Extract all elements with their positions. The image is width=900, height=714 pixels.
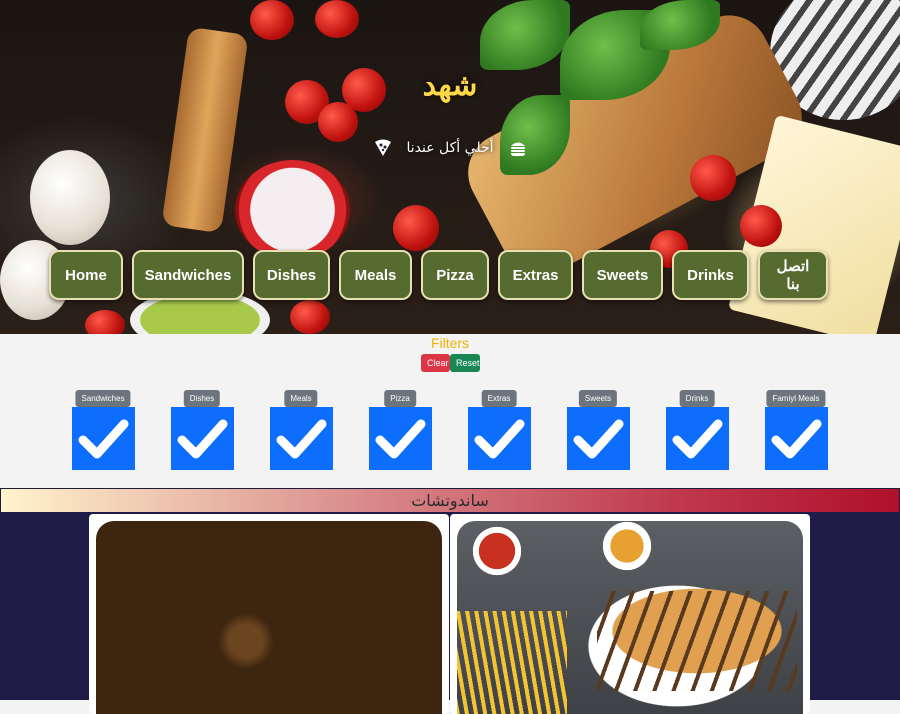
hero-decor <box>250 0 294 40</box>
check-icon <box>276 419 327 459</box>
hero-decor <box>315 0 359 38</box>
nav-extras[interactable]: Extras <box>498 250 573 300</box>
filter-label: Meals <box>284 390 318 407</box>
nav-drinks[interactable]: Drinks <box>672 250 749 300</box>
filters-panel: Filters Clear Reset Sandwiches Dishes Me… <box>0 334 900 488</box>
nav-pizza[interactable]: Pizza <box>421 250 489 300</box>
reset-button[interactable]: Reset <box>450 354 480 372</box>
hero-decor <box>393 205 439 251</box>
check-icon <box>771 419 822 459</box>
filter-checkbox-drinks[interactable] <box>666 407 729 470</box>
filter-label: Famiyl Meals <box>766 390 826 407</box>
filter-label: Extras <box>481 390 517 407</box>
filter-checkbox-sweets[interactable] <box>567 407 630 470</box>
filter-sweets: Sweets <box>566 390 630 470</box>
filter-label: Pizza <box>384 390 416 407</box>
check-icon <box>573 419 624 459</box>
filter-checkbox-sandwiches[interactable] <box>72 407 135 470</box>
nav-meals[interactable]: Meals <box>339 250 412 300</box>
section-title: ساندوتشات <box>0 488 900 513</box>
nav-sandwiches[interactable]: Sandwiches <box>132 250 244 300</box>
tagline-row: أحلي أكل عندنا <box>0 136 900 160</box>
hero-decor <box>480 0 570 70</box>
check-icon <box>375 419 426 459</box>
check-icon <box>78 419 129 459</box>
hero-decor <box>740 205 782 247</box>
hero-decor <box>235 160 350 260</box>
burger-icon <box>508 138 528 158</box>
filter-actions: Clear Reset <box>421 354 480 372</box>
hero-decor <box>690 155 736 201</box>
filter-label: Sweets <box>578 390 618 407</box>
nav-dishes[interactable]: Dishes <box>253 250 330 300</box>
sandwiches-section <box>0 512 900 714</box>
check-icon <box>672 419 723 459</box>
filter-dishes: Dishes <box>170 390 234 470</box>
hero-decor <box>85 310 125 334</box>
check-icon <box>474 419 525 459</box>
product-card[interactable] <box>89 514 449 714</box>
filter-drinks: Drinks <box>665 390 729 470</box>
filter-pizza: Pizza <box>368 390 432 470</box>
hero-decor <box>290 300 330 334</box>
filter-checkbox-pizza[interactable] <box>369 407 432 470</box>
nav-sweets[interactable]: Sweets <box>582 250 663 300</box>
site-title: شهد <box>422 68 478 103</box>
check-icon <box>177 419 228 459</box>
filters-title: Filters <box>430 335 470 351</box>
product-card[interactable] <box>450 514 810 714</box>
filter-checkbox-meals[interactable] <box>270 407 333 470</box>
filter-sandwiches: Sandwiches <box>71 390 135 470</box>
filter-label: Drinks <box>679 390 715 407</box>
filter-meals: Meals <box>269 390 333 470</box>
filter-label: Dishes <box>183 390 221 407</box>
filter-extras: Extras <box>467 390 531 470</box>
clear-button[interactable]: Clear <box>421 354 450 372</box>
hero-banner: شهد أحلي أكل عندنا Home Sandwiches Dishe… <box>0 0 900 334</box>
filter-checkbox-extras[interactable] <box>468 407 531 470</box>
tagline: أحلي أكل عندنا <box>406 140 494 156</box>
product-image <box>457 521 803 714</box>
filter-label: Sandwiches <box>75 390 131 407</box>
nav-home[interactable]: Home <box>49 250 123 300</box>
filter-checkbox-family-meals[interactable] <box>765 407 828 470</box>
main-nav: Home Sandwiches Dishes Meals Pizza Extra… <box>49 250 828 304</box>
filter-family-meals: Famiyl Meals <box>764 390 828 470</box>
nav-contact[interactable]: اتصل بنا <box>758 250 828 300</box>
product-image <box>96 521 442 714</box>
filter-checkbox-dishes[interactable] <box>171 407 234 470</box>
hero-decor <box>30 150 110 245</box>
pizza-icon <box>373 138 393 158</box>
